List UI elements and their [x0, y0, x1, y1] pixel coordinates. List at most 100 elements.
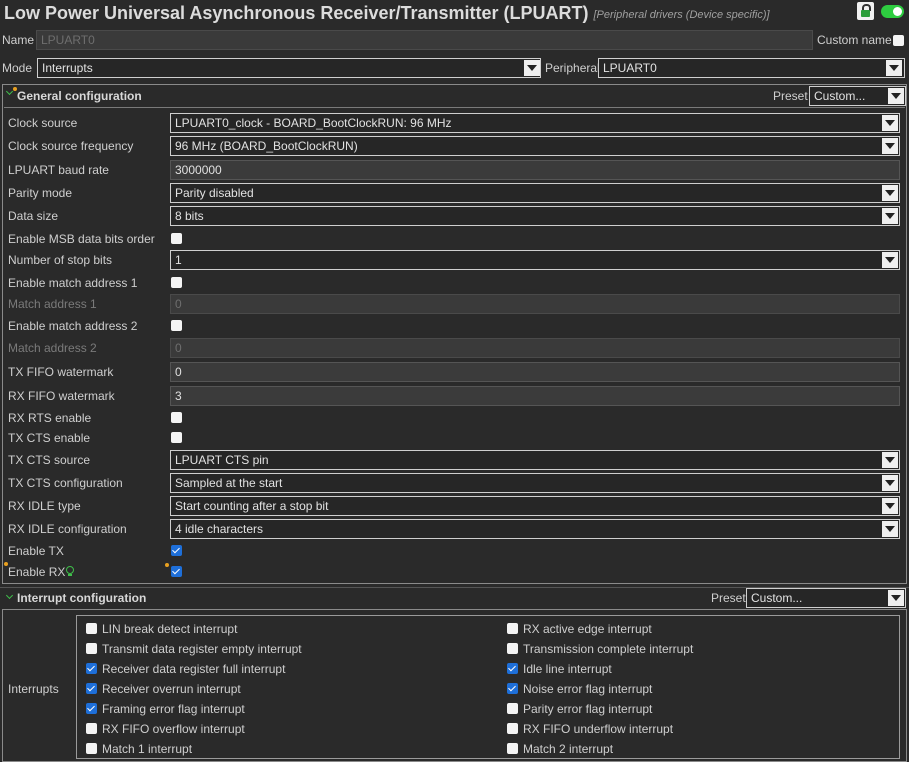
framing-error-checkbox[interactable] [86, 703, 97, 714]
rx-idle-cfg-select[interactable]: 4 idle characters [170, 519, 900, 539]
clock-freq-label: Clock source frequency [8, 139, 134, 153]
noise-error-label: Noise error flag interrupt [523, 682, 653, 696]
data-size-select[interactable]: 8 bits [170, 206, 900, 226]
chevron-down-icon[interactable] [882, 521, 898, 537]
interrupt-preset-select[interactable]: Custom... [746, 588, 906, 608]
match-addr2-input[interactable]: 0 [170, 338, 900, 358]
custom-name-checkbox[interactable] [893, 35, 904, 46]
tx-complete-checkbox[interactable] [507, 643, 518, 654]
chevron-down-icon[interactable] [882, 498, 898, 514]
match-en2-label: Enable match address 2 [8, 319, 138, 333]
chevron-down-icon[interactable] [882, 208, 898, 224]
name-label: Name [2, 33, 35, 47]
match-addr1-input[interactable]: 0 [170, 294, 900, 314]
rx-fifo-overflow-checkbox[interactable] [86, 723, 97, 734]
tx-cts-cfg-select[interactable]: Sampled at the start [170, 473, 900, 493]
parity-select[interactable]: Parity disabled [170, 183, 900, 203]
rx-fifo-input[interactable]: 3 [170, 386, 900, 406]
chevron-down-icon[interactable] [882, 185, 898, 201]
lightbulb-icon[interactable] [66, 566, 74, 577]
tx-complete-label: Transmission complete interrupt [523, 642, 694, 656]
chevron-down-icon[interactable] [882, 115, 898, 131]
lock-open-icon[interactable] [857, 2, 874, 20]
peripheral-label: Peripheral [545, 61, 600, 75]
chevron-down-icon[interactable] [524, 60, 540, 76]
stop-bits-value: 1 [175, 253, 182, 267]
rx-fifo-underflow-label: RX FIFO underflow interrupt [523, 722, 674, 736]
rx-full-label: Receiver data register full interrupt [102, 662, 286, 676]
clock-source-select[interactable]: LPUART0_clock - BOARD_BootClockRUN: 96 M… [170, 113, 900, 133]
match-addr2-label: Match address 2 [8, 341, 97, 355]
chevron-down-icon[interactable] [882, 452, 898, 468]
tx-cts-src-select[interactable]: LPUART CTS pin [170, 450, 900, 470]
rx-overrun-checkbox[interactable] [86, 683, 97, 694]
idle-line-label: Idle line interrupt [523, 662, 612, 676]
rx-fifo-overflow-label: RX FIFO overflow interrupt [102, 722, 245, 736]
baud-rate-label: LPUART baud rate [8, 163, 109, 177]
chevron-down-icon[interactable] [886, 60, 902, 76]
rx-idle-cfg-value: 4 idle characters [175, 522, 264, 536]
rx-idle-type-label: RX IDLE type [8, 499, 81, 513]
tx-cts-cfg-label: TX CTS configuration [8, 476, 123, 490]
chevron-down-icon[interactable] [882, 138, 898, 154]
chevron-down-icon[interactable] [888, 88, 904, 104]
rx-full-checkbox[interactable] [86, 663, 97, 674]
rx-fifo-underflow-checkbox[interactable] [507, 723, 518, 734]
tx-cts-cfg-value: Sampled at the start [175, 476, 283, 490]
match-en2-checkbox[interactable] [171, 320, 182, 331]
clock-source-label: Clock source [8, 116, 78, 130]
peripheral-select-value: LPUART0 [603, 61, 657, 75]
stop-bits-select[interactable]: 1 [170, 250, 900, 270]
tx-fifo-input[interactable]: 0 [170, 362, 900, 382]
page-title: Low Power Universal Asynchronous Receive… [4, 2, 589, 23]
tx-cts-checkbox[interactable] [171, 432, 182, 443]
chevron-down-icon[interactable] [888, 590, 904, 606]
data-size-label: Data size [8, 209, 59, 223]
chevron-down-icon[interactable] [882, 475, 898, 491]
clock-freq-value: 96 MHz (BOARD_BootClockRUN) [175, 139, 358, 153]
lin-break-checkbox[interactable] [86, 623, 97, 634]
enable-rx-label: Enable RX [8, 565, 66, 579]
warning-dot-icon [165, 563, 169, 567]
rx-rts-checkbox[interactable] [171, 412, 182, 423]
match-en1-checkbox[interactable] [171, 277, 182, 288]
match1-label: Match 1 interrupt [102, 742, 193, 756]
mode-label: Mode [2, 61, 33, 75]
rx-idle-type-select[interactable]: Start counting after a stop bit [170, 496, 900, 516]
data-size-value: 8 bits [175, 209, 204, 223]
baud-rate-input[interactable]: 3000000 [170, 160, 900, 180]
parity-error-checkbox[interactable] [507, 703, 518, 714]
interrupt-config-header[interactable]: Interrupt configuration [17, 588, 146, 608]
tx-cts-src-label: TX CTS source [8, 453, 91, 467]
rx-active-edge-checkbox[interactable] [507, 623, 518, 634]
interrupt-preset-value: Custom... [751, 591, 803, 605]
match1-checkbox[interactable] [86, 743, 97, 754]
collapse-chevron-icon[interactable] [6, 593, 14, 601]
idle-line-checkbox[interactable] [507, 663, 518, 674]
enable-tx-checkbox[interactable] [171, 545, 182, 556]
general-preset-label: Preset [773, 89, 808, 103]
interrupt-config-title: Interrupt configuration [17, 591, 147, 605]
toggle-on-icon[interactable] [881, 5, 904, 18]
rx-idle-cfg-label: RX IDLE configuration [8, 522, 127, 536]
name-input[interactable]: LPUART0 [36, 30, 813, 50]
match2-checkbox[interactable] [507, 743, 518, 754]
general-config-header[interactable]: General configuration [17, 86, 142, 106]
msb-checkbox[interactable] [171, 233, 182, 244]
parity-label: Parity mode [8, 186, 73, 200]
tx-fifo-label: TX FIFO watermark [8, 365, 114, 379]
enable-rx-checkbox[interactable] [171, 566, 182, 577]
rx-overrun-label: Receiver overrun interrupt [102, 682, 241, 696]
interrupts-label: Interrupts [8, 682, 59, 696]
tx-cts-label: TX CTS enable [8, 431, 91, 445]
mode-select[interactable]: Interrupts [37, 58, 541, 78]
stop-bits-label: Number of stop bits [8, 253, 113, 267]
enable-tx-label: Enable TX [8, 544, 64, 558]
noise-error-checkbox[interactable] [507, 683, 518, 694]
clock-freq-select[interactable]: 96 MHz (BOARD_BootClockRUN) [170, 136, 900, 156]
chevron-down-icon[interactable] [882, 252, 898, 268]
tx-empty-checkbox[interactable] [86, 643, 97, 654]
rx-rts-label: RX RTS enable [8, 411, 92, 425]
peripheral-select[interactable]: LPUART0 [598, 58, 905, 78]
custom-name-label: Custom name [817, 33, 892, 47]
